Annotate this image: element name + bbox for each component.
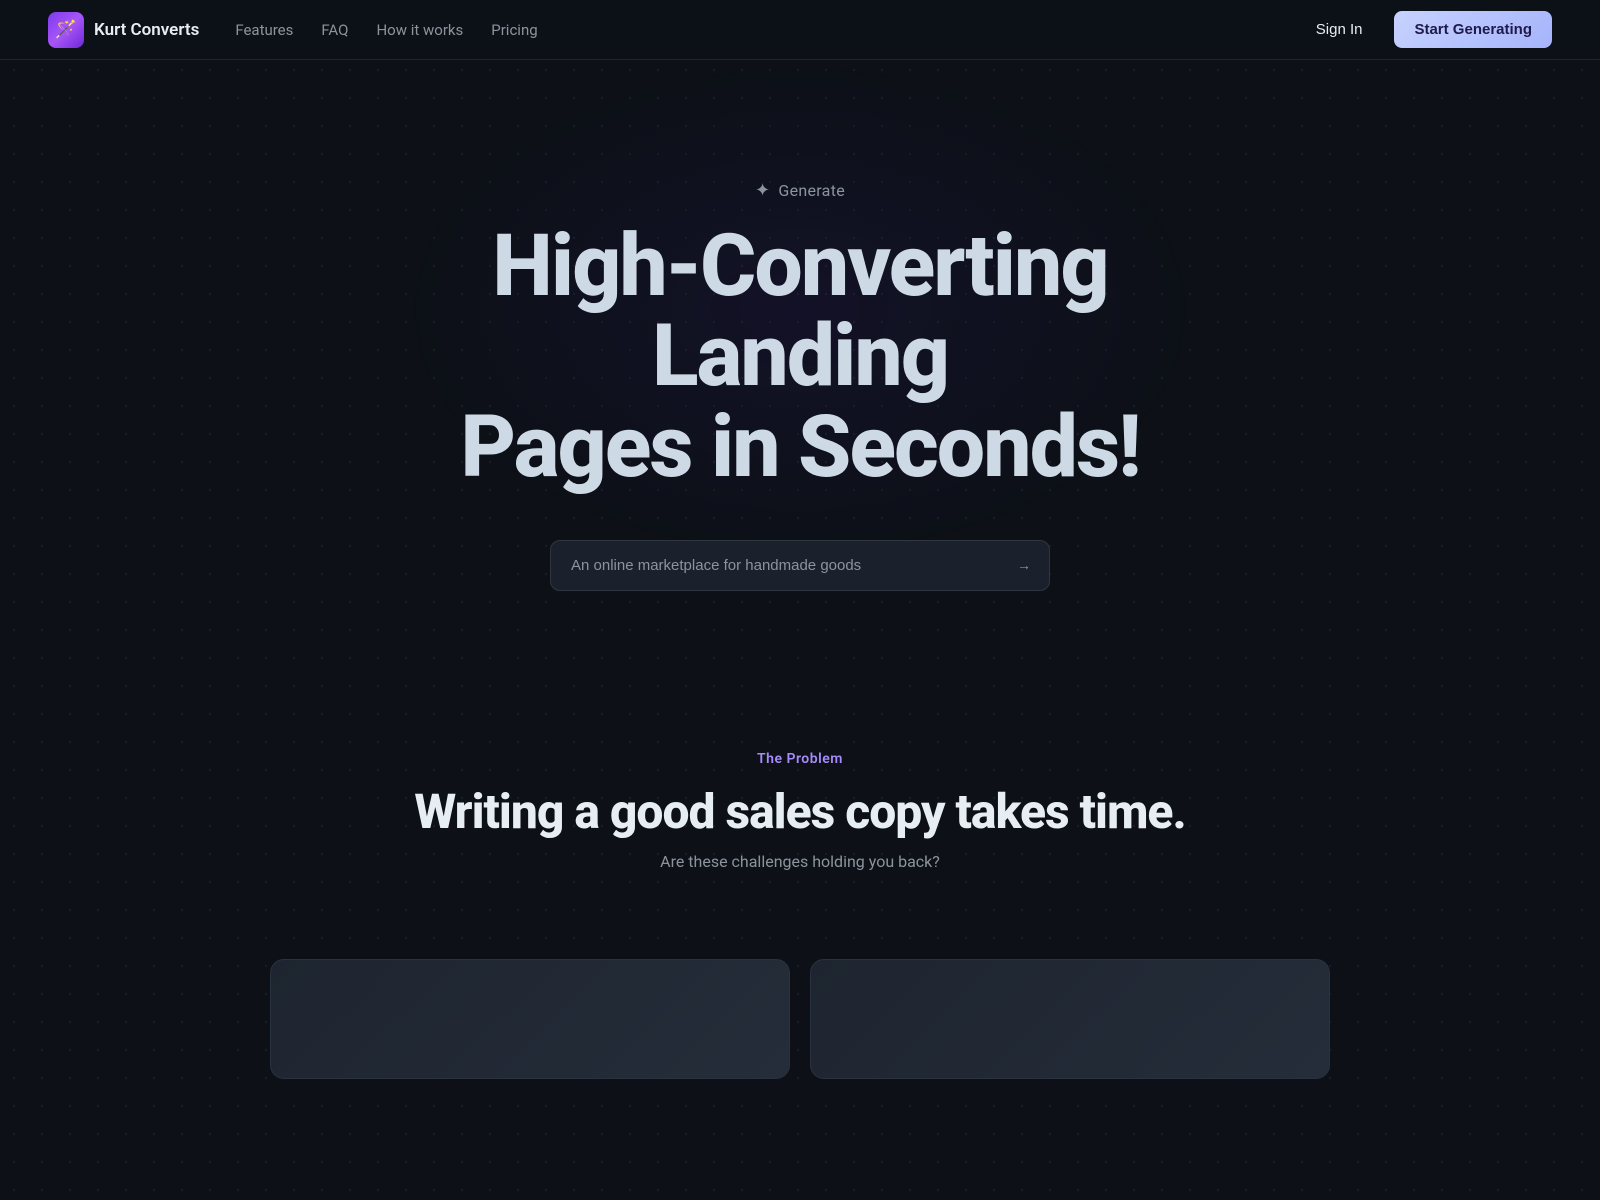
- problem-card-1: [270, 959, 790, 1079]
- problem-title: Writing a good sales copy takes time.: [48, 783, 1552, 840]
- hero-title-line2: Pages in Seconds!: [460, 396, 1139, 497]
- problem-eyebrow: The Problem: [48, 751, 1552, 767]
- logo-icon: 🪄: [48, 12, 84, 48]
- nav-features[interactable]: Features: [235, 21, 293, 39]
- arrow-right-icon: →: [1017, 557, 1031, 573]
- logo-link[interactable]: 🪄 Kurt Converts: [48, 12, 199, 48]
- hero-section: ✦ Generate High-Converting Landing Pages…: [0, 60, 1600, 671]
- problem-subtitle: Are these challenges holding you back?: [48, 852, 1552, 871]
- nav-left: 🪄 Kurt Converts Features FAQ How it work…: [48, 12, 538, 48]
- main-nav: 🪄 Kurt Converts Features FAQ How it work…: [0, 0, 1600, 60]
- sparkle-icon: ✦: [755, 180, 770, 201]
- search-submit-button[interactable]: →: [1010, 551, 1038, 579]
- hero-title-line1: High-Converting Landing: [492, 215, 1107, 406]
- generate-label-text: Generate: [778, 181, 845, 200]
- nav-faq[interactable]: FAQ: [321, 21, 348, 39]
- hero-title: High-Converting Landing Pages in Seconds…: [350, 221, 1250, 492]
- generate-label-row: ✦ Generate: [755, 180, 845, 201]
- brand-name: Kurt Converts: [94, 20, 199, 40]
- nav-right: Sign In Start Generating: [1300, 11, 1552, 48]
- start-generating-button[interactable]: Start Generating: [1394, 11, 1552, 48]
- problem-card-2: [810, 959, 1330, 1079]
- nav-how-it-works[interactable]: How it works: [376, 21, 463, 39]
- search-input[interactable]: [550, 540, 1050, 591]
- problem-section: The Problem Writing a good sales copy ta…: [0, 671, 1600, 959]
- problem-cards-row: [0, 959, 1600, 1139]
- sign-in-button[interactable]: Sign In: [1300, 13, 1379, 46]
- nav-links: Features FAQ How it works Pricing: [235, 20, 537, 39]
- nav-pricing[interactable]: Pricing: [491, 21, 537, 39]
- search-container: →: [550, 540, 1050, 591]
